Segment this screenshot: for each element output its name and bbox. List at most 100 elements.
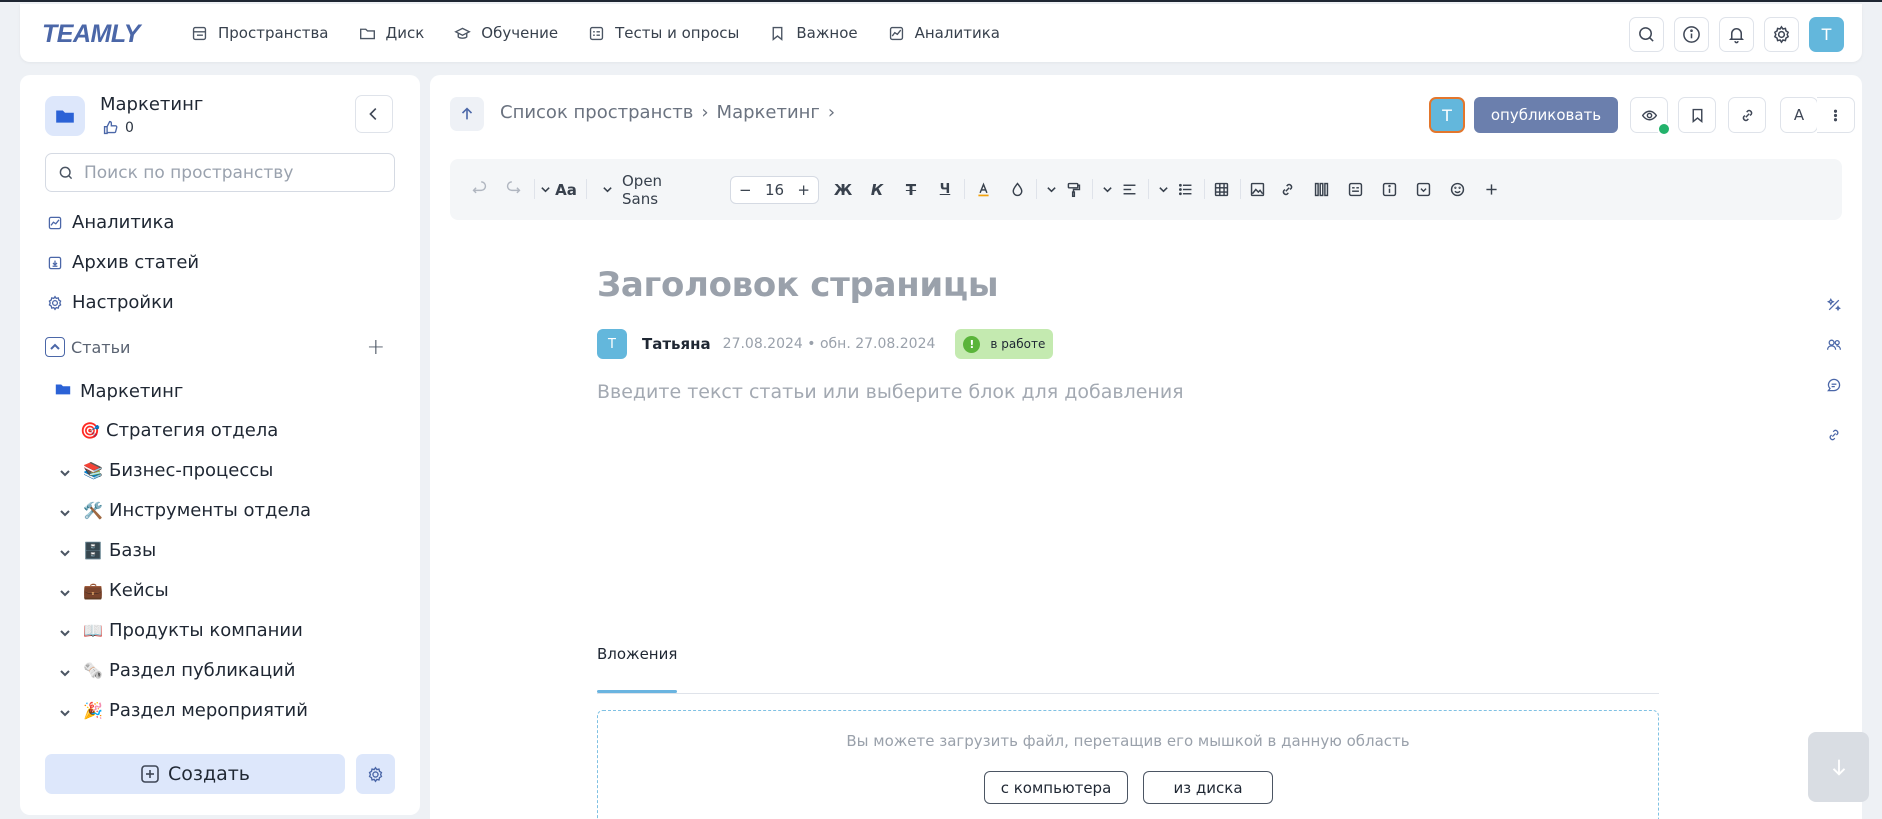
- insert-info-block-button[interactable]: [1376, 159, 1402, 220]
- tree-item-business-processes[interactable]: 📚 Бизнес-процессы: [58, 460, 273, 481]
- breadcrumb-marketing[interactable]: Маркетинг: [717, 102, 820, 123]
- font-family-dropdown-arrow[interactable]: [600, 159, 614, 220]
- toolbar-divider: [1148, 179, 1149, 199]
- editor-avatar[interactable]: Т: [1429, 97, 1465, 133]
- ai-assist-button[interactable]: [1826, 297, 1846, 317]
- strikethrough-button[interactable]: Т: [898, 159, 924, 220]
- tree-item-label: Раздел публикаций: [109, 660, 296, 681]
- tree-item-bases[interactable]: 🗄️ Базы: [58, 540, 156, 561]
- insert-link-button[interactable]: [1274, 159, 1300, 220]
- scroll-down-button[interactable]: [1808, 732, 1869, 802]
- collapse-section-button[interactable]: [45, 337, 65, 357]
- breadcrumb-spaces-list[interactable]: Список пространств: [500, 102, 693, 123]
- font-size-value[interactable]: 16: [765, 181, 784, 199]
- sidebar-item-settings[interactable]: Настройки: [47, 292, 174, 313]
- smile-icon: [1450, 182, 1464, 197]
- tests-icon: [589, 26, 604, 40]
- more-blocks-button[interactable]: [1478, 159, 1504, 220]
- insert-columns-button[interactable]: [1308, 159, 1334, 220]
- highlight-color-button[interactable]: [1004, 159, 1030, 220]
- tree-item-products[interactable]: 📖 Продукты компании: [58, 620, 303, 641]
- settings-button[interactable]: [1764, 17, 1799, 52]
- insert-toggle-button[interactable]: [1410, 159, 1436, 220]
- create-button[interactable]: Создать: [45, 754, 345, 794]
- upload-from-disk-button[interactable]: из диска: [1143, 771, 1273, 804]
- format-painter-dropdown[interactable]: [1044, 159, 1058, 220]
- more-options-button[interactable]: [1817, 97, 1855, 133]
- chevron-down-icon[interactable]: [58, 624, 72, 638]
- user-avatar[interactable]: Т: [1809, 17, 1844, 52]
- file-dropzone[interactable]: Вы можете загрузить файл, перетащив его …: [597, 710, 1659, 819]
- nav-learning[interactable]: Обучение: [454, 24, 558, 42]
- nav-spaces[interactable]: Пространства: [191, 24, 329, 42]
- bookmark-button[interactable]: [1678, 97, 1716, 133]
- global-search-button[interactable]: [1629, 17, 1664, 52]
- add-article-button[interactable]: +: [367, 335, 385, 360]
- chevron-down-icon[interactable]: [58, 504, 72, 518]
- insert-emoji-button[interactable]: [1444, 159, 1470, 220]
- tree-item-events[interactable]: 🎉 Раздел мероприятий: [58, 700, 308, 721]
- comments-button[interactable]: [1826, 377, 1846, 397]
- insert-table-button[interactable]: [1208, 159, 1234, 220]
- redo-button[interactable]: [500, 159, 526, 220]
- chevron-down-icon[interactable]: [58, 664, 72, 678]
- nav-analytics[interactable]: Аналитика: [888, 24, 1000, 42]
- text-size-button[interactable]: Aa: [554, 159, 578, 220]
- article-body-input[interactable]: Введите текст статьи или выберите блок д…: [597, 381, 1184, 403]
- space-settings-button[interactable]: [356, 754, 395, 794]
- tree-item-label: Продукты компании: [109, 620, 303, 641]
- view-mode-button[interactable]: [1630, 97, 1671, 136]
- decrease-size-button[interactable]: −: [739, 181, 752, 199]
- publish-button[interactable]: опубликовать: [1474, 97, 1618, 133]
- teamly-logo[interactable]: TEAMLY: [42, 20, 140, 49]
- align-button[interactable]: [1116, 159, 1142, 220]
- upload-from-computer-button[interactable]: с компьютера: [984, 771, 1128, 804]
- nav-important[interactable]: Важное: [769, 24, 858, 42]
- collapse-sidebar-button[interactable]: [355, 95, 393, 133]
- tree-item-publications[interactable]: 🗞️ Раздел публикаций: [58, 660, 295, 681]
- chevron-down-icon[interactable]: [58, 584, 72, 598]
- text-style-dropdown[interactable]: [538, 159, 552, 220]
- notifications-button[interactable]: [1719, 17, 1754, 52]
- undo-button[interactable]: [466, 159, 492, 220]
- status-badge[interactable]: ! в работе: [955, 329, 1054, 359]
- author-name[interactable]: Татьяна: [642, 335, 711, 353]
- author-avatar[interactable]: Т: [597, 329, 627, 359]
- sidebar-item-label: Аналитика: [72, 212, 175, 233]
- font-family-select[interactable]: Open Sans: [622, 159, 702, 220]
- chevron-down-icon[interactable]: [58, 544, 72, 558]
- chevron-down-icon[interactable]: [58, 464, 72, 478]
- align-dropdown[interactable]: [1100, 159, 1114, 220]
- text-color-button[interactable]: [970, 159, 996, 220]
- increase-size-button[interactable]: +: [797, 181, 810, 199]
- nav-disk[interactable]: Диск: [359, 24, 424, 42]
- italic-label: К: [870, 180, 884, 199]
- space-likes[interactable]: 0: [102, 119, 134, 136]
- list-dropdown[interactable]: [1156, 159, 1170, 220]
- go-up-button[interactable]: [450, 97, 484, 131]
- info-button[interactable]: [1674, 17, 1709, 52]
- format-painter-button[interactable]: [1060, 159, 1086, 220]
- italic-button[interactable]: К: [864, 159, 890, 220]
- related-links-button[interactable]: [1826, 427, 1846, 447]
- insert-image-button[interactable]: [1244, 159, 1270, 220]
- bullet-list-button[interactable]: [1172, 159, 1198, 220]
- access-button[interactable]: [1826, 337, 1846, 357]
- bold-button[interactable]: Ж: [830, 159, 856, 220]
- sidebar-item-analytics[interactable]: Аналитика: [47, 212, 174, 233]
- tree-item-tools[interactable]: 🛠️ Инструменты отдела: [58, 500, 311, 521]
- nav-tests[interactable]: Тесты и опросы: [588, 24, 739, 42]
- space-search-input[interactable]: [84, 162, 374, 183]
- tree-item-strategy[interactable]: 🎯 Стратегия отдела: [80, 420, 278, 441]
- eye-icon: [1641, 110, 1657, 120]
- insert-template-button[interactable]: [1342, 159, 1368, 220]
- tree-item-marketing[interactable]: Маркетинг: [54, 380, 183, 403]
- tree-item-cases[interactable]: 💼 Кейсы: [58, 580, 169, 601]
- font-settings-button[interactable]: A: [1780, 97, 1818, 133]
- page-title-input[interactable]: Заголовок страницы: [597, 265, 999, 305]
- tab-attachments[interactable]: Вложения: [597, 645, 677, 663]
- copy-link-button[interactable]: [1728, 97, 1766, 133]
- chevron-down-icon[interactable]: [58, 704, 72, 718]
- sidebar-item-archive[interactable]: Архив статей: [47, 252, 199, 273]
- underline-button[interactable]: Ч: [932, 159, 958, 220]
